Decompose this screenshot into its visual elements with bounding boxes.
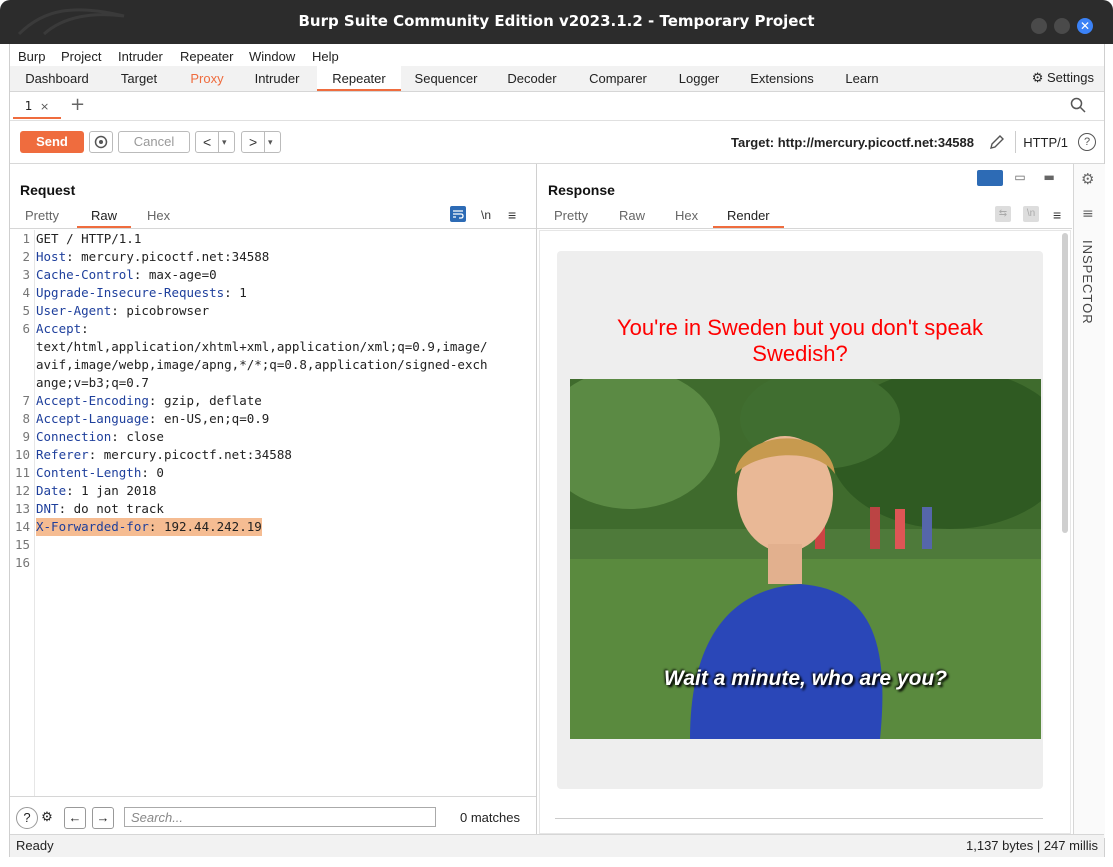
newline-toggle: \n bbox=[1023, 206, 1039, 222]
maximize-button[interactable] bbox=[1054, 18, 1070, 34]
wrap-lines-icon: ⇆ bbox=[995, 206, 1011, 222]
menu-icon[interactable]: ≡ bbox=[1053, 207, 1061, 223]
window-titlebar: Burp Suite Community Edition v2023.1.2 -… bbox=[0, 0, 1113, 44]
burp-app: Burp Project Intruder Repeater Window He… bbox=[9, 44, 1105, 857]
menu-burp[interactable]: Burp bbox=[18, 49, 45, 64]
gear-icon[interactable]: ⚙ bbox=[1081, 170, 1094, 188]
target-label: Target: http://mercury.picoctf.net:34588 bbox=[731, 135, 974, 150]
gear-icon bbox=[94, 135, 108, 149]
add-tab-button[interactable]: + bbox=[70, 94, 85, 115]
status-text: Ready bbox=[16, 838, 54, 853]
response-tab-hex[interactable]: Hex bbox=[675, 208, 698, 223]
chevron-down-icon[interactable]: ▾ bbox=[218, 132, 227, 152]
gear-icon: ⚙ bbox=[1031, 70, 1044, 85]
repeater-tab-label: 1 bbox=[24, 99, 33, 113]
close-window-button[interactable]: ✕ bbox=[1077, 18, 1093, 34]
request-tab-hex[interactable]: Hex bbox=[147, 208, 170, 223]
tab-learn[interactable]: Learn bbox=[830, 66, 894, 91]
response-stats: 1,137 bytes | 247 millis bbox=[966, 838, 1098, 853]
request-view-tabs: Pretty Raw Hex \n ≡ bbox=[10, 204, 536, 229]
help-icon[interactable]: ? bbox=[1078, 133, 1096, 151]
back-button[interactable]: < ▾ bbox=[195, 131, 235, 153]
scrollbar[interactable] bbox=[1062, 233, 1068, 533]
http-version-button[interactable]: HTTP/1 bbox=[1023, 135, 1068, 150]
newline-toggle[interactable]: \n bbox=[481, 208, 491, 222]
tab-intruder[interactable]: Intruder bbox=[240, 66, 314, 91]
main-tabs: Dashboard Target Proxy Intruder Repeater… bbox=[10, 66, 1104, 92]
send-button[interactable]: Send bbox=[20, 131, 84, 153]
menu-project[interactable]: Project bbox=[61, 49, 101, 64]
tab-sequencer[interactable]: Sequencer bbox=[404, 66, 488, 91]
divider bbox=[555, 818, 1043, 819]
request-tab-pretty[interactable]: Pretty bbox=[25, 208, 59, 223]
search-icon[interactable] bbox=[1070, 97, 1086, 113]
menu-intruder[interactable]: Intruder bbox=[118, 49, 163, 64]
tab-dashboard[interactable]: Dashboard bbox=[14, 66, 100, 91]
help-icon[interactable]: ? bbox=[16, 807, 38, 829]
repeater-tabs: 1 × + bbox=[10, 92, 1104, 121]
tab-comparer[interactable]: Comparer bbox=[576, 66, 660, 91]
gear-icon[interactable]: ⚙ bbox=[37, 807, 57, 827]
previous-match-button[interactable]: ← bbox=[64, 807, 86, 829]
forward-button[interactable]: > ▾ bbox=[241, 131, 281, 153]
menu-help[interactable]: Help bbox=[312, 49, 339, 64]
menu-repeater[interactable]: Repeater bbox=[180, 49, 233, 64]
settings-button[interactable]: ⚙ Settings bbox=[1032, 70, 1094, 86]
repeater-tab-1[interactable]: 1 × bbox=[13, 95, 61, 119]
response-tab-render[interactable]: Render bbox=[713, 208, 784, 228]
request-pane: Request Pretty Raw Hex \n ≡ 1 GET / HTTP/… bbox=[10, 164, 537, 838]
image-caption: Wait a minute, who are you? bbox=[663, 667, 948, 690]
cancel-button[interactable]: Cancel bbox=[118, 131, 190, 153]
request-title: Request bbox=[20, 182, 76, 198]
render-view[interactable]: You're in Sweden but you don't speak Swe… bbox=[539, 230, 1071, 834]
menu-window[interactable]: Window bbox=[249, 49, 295, 64]
divider bbox=[1015, 131, 1016, 153]
forward-arrow-icon: > bbox=[249, 134, 258, 150]
tab-target[interactable]: Target bbox=[102, 66, 176, 91]
horizontal-view-icon[interactable]: ▭ bbox=[1008, 170, 1032, 186]
next-match-button[interactable]: → bbox=[92, 807, 114, 829]
send-options-button[interactable] bbox=[89, 131, 113, 153]
response-tab-raw[interactable]: Raw bbox=[619, 208, 645, 223]
single-view-icon[interactable]: ▬ bbox=[1037, 170, 1061, 186]
inspector-sidebar: ⚙ ≡ INSPECTOR bbox=[1073, 164, 1105, 838]
response-view-tabs: Pretty Raw Hex Render ⇆ \n ≡ bbox=[537, 204, 1072, 229]
request-tab-raw[interactable]: Raw bbox=[77, 208, 132, 228]
tab-extensions[interactable]: Extensions bbox=[738, 66, 826, 91]
inspector-menu-icon[interactable]: ≡ bbox=[1082, 206, 1094, 222]
layout-buttons: ▭ ▬ bbox=[977, 170, 1061, 189]
wrap-lines-icon[interactable] bbox=[450, 206, 466, 222]
tab-logger[interactable]: Logger bbox=[664, 66, 734, 91]
request-search-bar: ? ⚙ ← → Search... 0 matches bbox=[10, 796, 536, 839]
status-bar: Ready 1,137 bytes | 247 millis bbox=[10, 834, 1104, 857]
rendered-image: Wait a minute, who are you? bbox=[570, 379, 1041, 739]
chevron-down-icon[interactable]: ▾ bbox=[264, 132, 273, 152]
tab-decoder[interactable]: Decoder bbox=[492, 66, 572, 91]
response-title: Response bbox=[548, 182, 615, 198]
repeater-toolbar: Send Cancel < ▾ > ▾ Target: http://mercu… bbox=[10, 121, 1104, 164]
rendered-heading: You're in Sweden but you don't speak Swe… bbox=[617, 315, 983, 366]
response-pane: ▭ ▬ Response Pretty Raw Hex Render ⇆ \n … bbox=[537, 164, 1072, 838]
tab-proxy[interactable]: Proxy bbox=[178, 66, 236, 91]
tab-close-icon[interactable]: × bbox=[40, 100, 49, 113]
inspector-label[interactable]: INSPECTOR bbox=[1080, 240, 1095, 325]
tab-repeater[interactable]: Repeater bbox=[317, 66, 401, 91]
minimize-button[interactable] bbox=[1031, 18, 1047, 34]
response-tab-pretty[interactable]: Pretty bbox=[554, 208, 588, 223]
settings-label: Settings bbox=[1047, 70, 1094, 85]
menu-bar: Burp Project Intruder Repeater Window He… bbox=[10, 44, 1104, 66]
window-title: Burp Suite Community Edition v2023.1.2 -… bbox=[298, 12, 815, 30]
match-count: 0 matches bbox=[460, 810, 520, 825]
pencil-icon[interactable] bbox=[988, 133, 1006, 151]
request-editor[interactable]: 1 GET / HTTP/1.1 2 Host: mercury.picoctf.n… bbox=[10, 230, 536, 796]
search-input[interactable]: Search... bbox=[124, 807, 436, 827]
back-arrow-icon: < bbox=[203, 134, 212, 150]
split-view-icon[interactable] bbox=[977, 170, 1003, 186]
menu-icon[interactable]: ≡ bbox=[508, 207, 516, 223]
